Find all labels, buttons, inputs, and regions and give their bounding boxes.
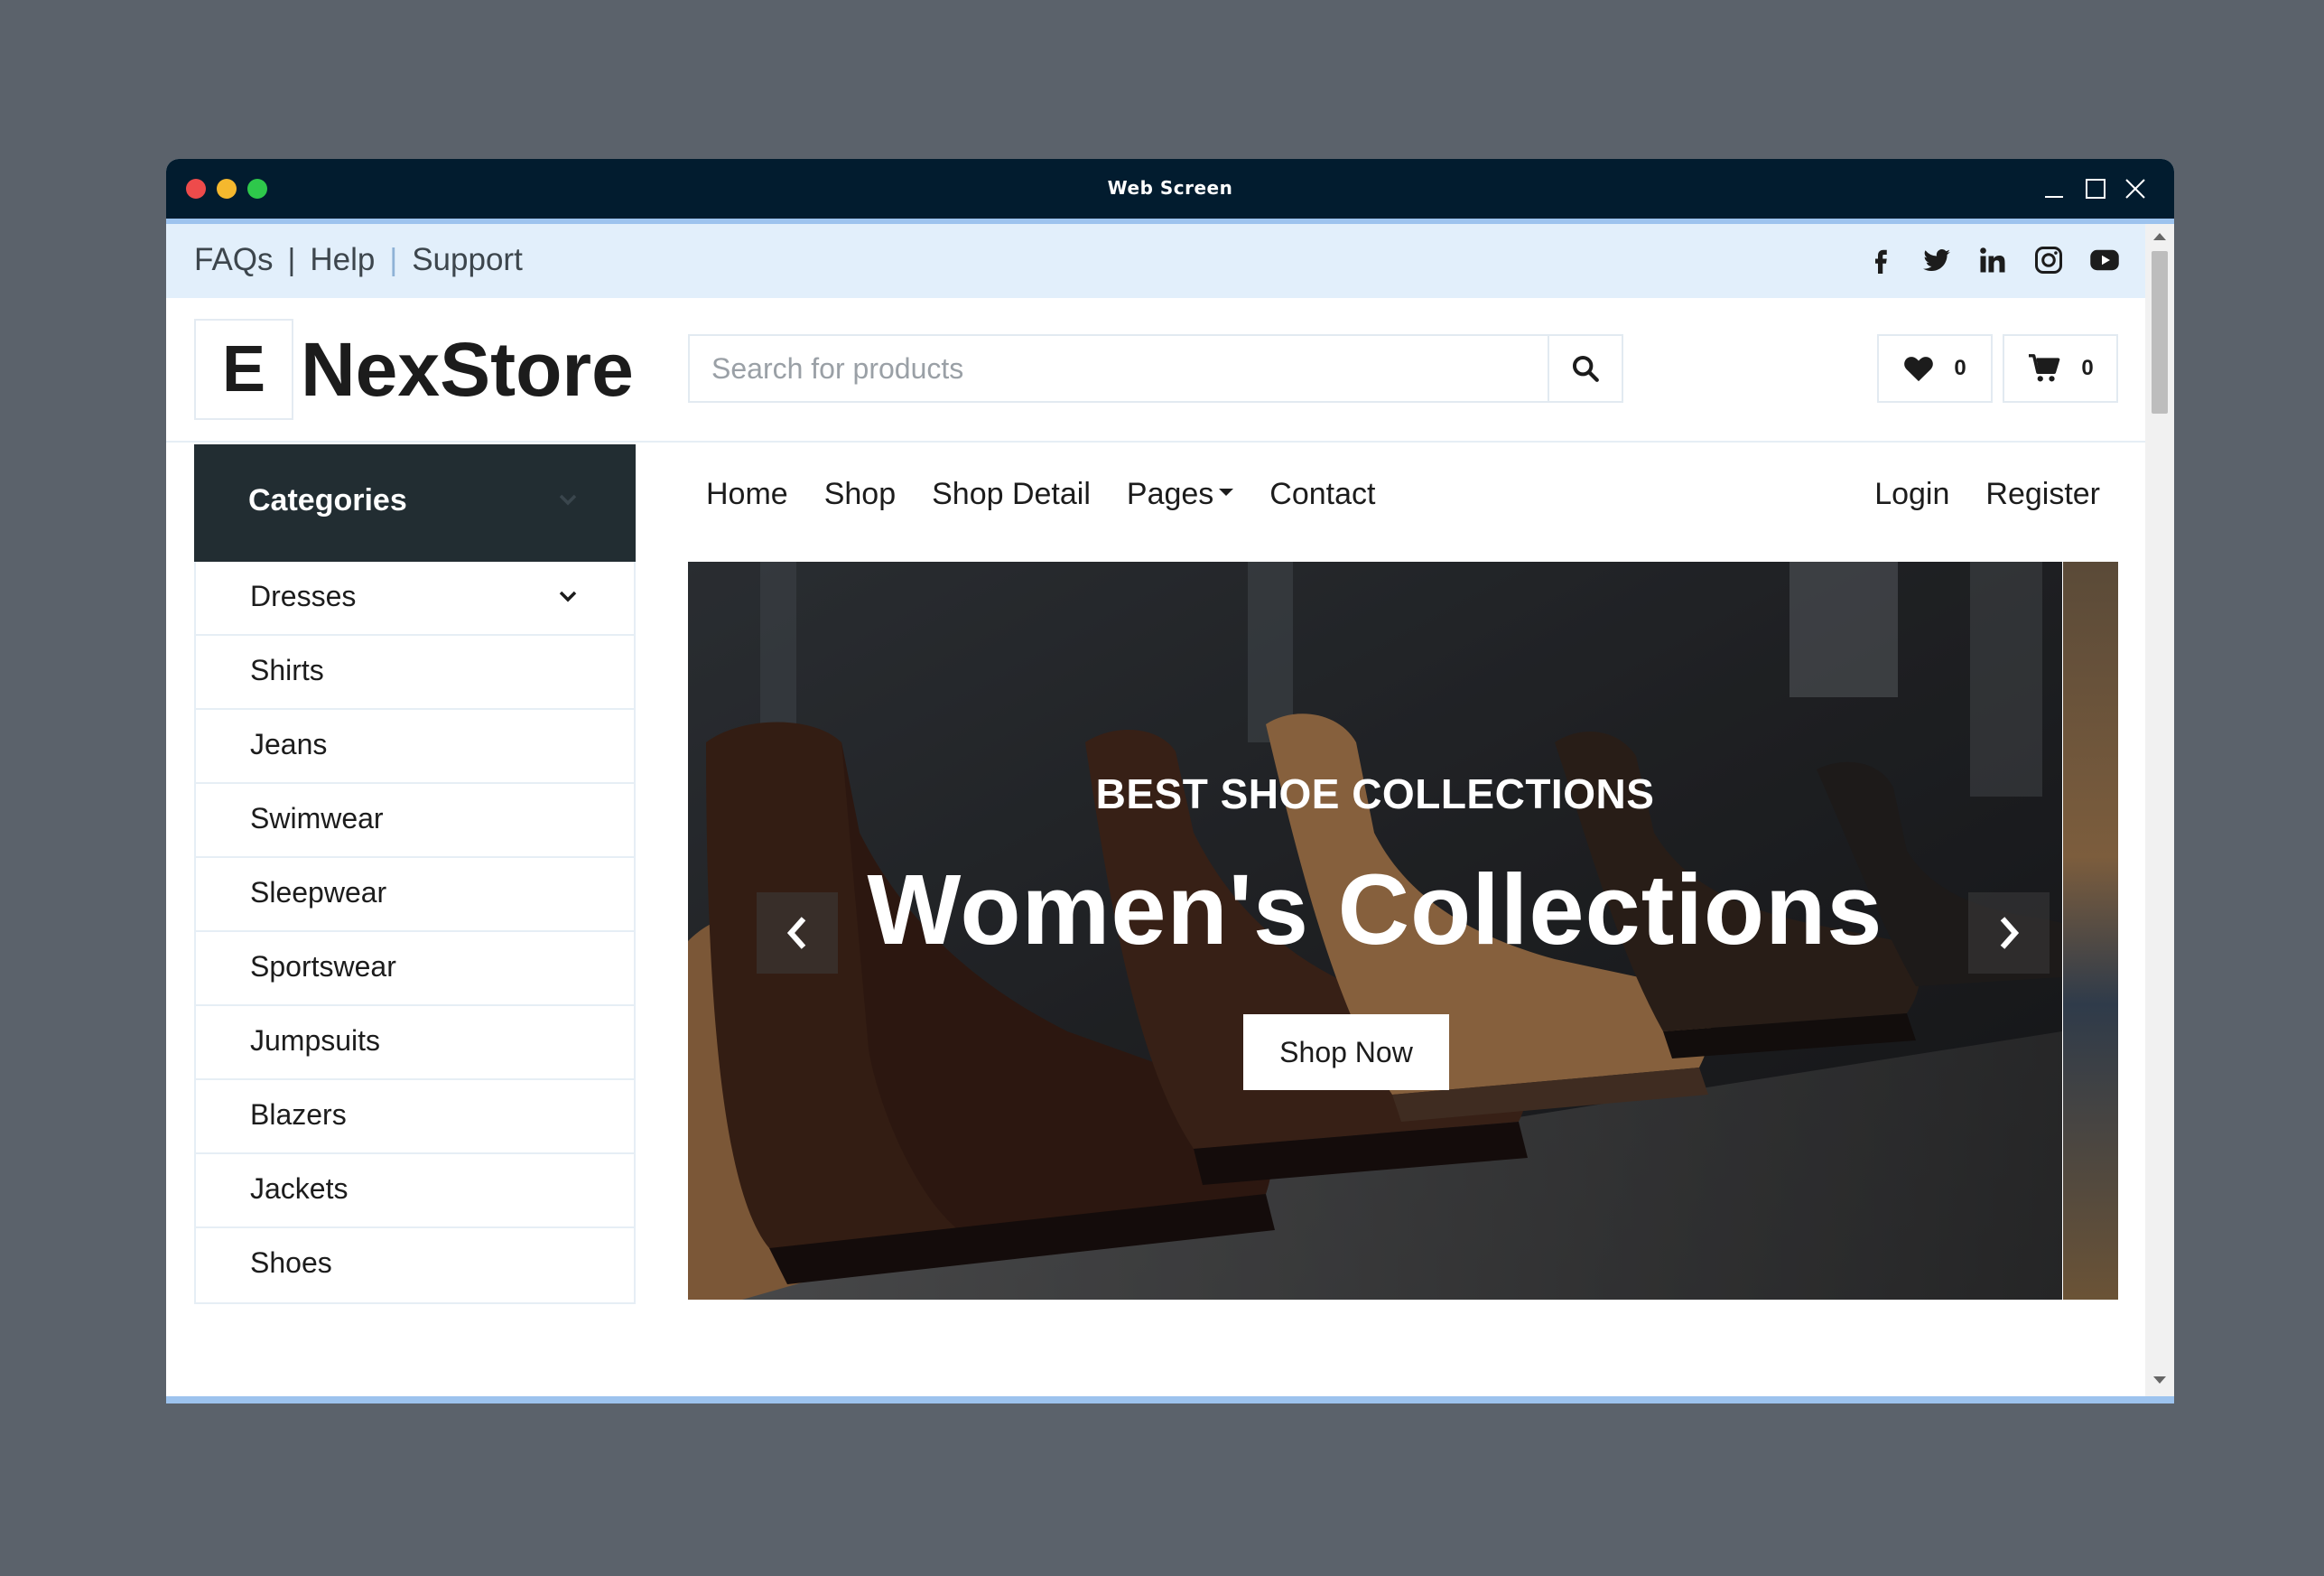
window-title: Web Screen [1107, 177, 1233, 199]
nav-pages[interactable]: Pages [1126, 477, 1234, 512]
header-divider [166, 441, 2145, 443]
register-link[interactable]: Register [1985, 477, 2100, 512]
chevron-right-icon [2000, 917, 2020, 949]
main-nav: Home Shop Shop Detail Pages Contact [706, 477, 1375, 512]
login-link[interactable]: Login [1874, 477, 1949, 512]
cart-icon [2029, 354, 2060, 382]
categories-title: Categories [248, 483, 407, 518]
divider: | [389, 242, 398, 277]
cart-count: 0 [2081, 356, 2094, 380]
linkedin-icon[interactable] [1976, 244, 2009, 276]
search-icon [1572, 355, 1599, 382]
nav-shop[interactable]: Shop [824, 477, 896, 512]
scroll-down-icon[interactable] [2153, 1376, 2166, 1384]
top-bar: FAQs | Help | Support [166, 224, 2145, 298]
categories-list: Dresses Shirts Jeans Swimwear Sleepwear … [194, 562, 636, 1304]
chevron-down-icon [559, 591, 577, 602]
nav-home[interactable]: Home [706, 477, 788, 512]
category-label: Blazers [250, 1098, 347, 1131]
category-label: Jeans [250, 728, 328, 760]
categories-toggle[interactable]: Categories [194, 444, 636, 562]
category-item-shoes[interactable]: Shoes [196, 1228, 634, 1302]
nav-shop-detail[interactable]: Shop Detail [932, 477, 1091, 512]
category-item-jackets[interactable]: Jackets [196, 1154, 634, 1228]
browser-window: Web Screen FAQs | Help | Support E NexSt… [166, 159, 2174, 1403]
hero-subtitle: BEST SHOE COLLECTIONS [1095, 770, 1655, 817]
category-label: Jackets [250, 1172, 349, 1205]
wishlist-button[interactable]: 0 [1877, 334, 1993, 403]
instagram-icon[interactable] [2032, 244, 2065, 276]
scrollbar[interactable] [2145, 224, 2174, 1396]
logo-mark[interactable]: E [194, 319, 293, 420]
search-button[interactable] [1548, 336, 1622, 401]
scroll-thumb[interactable] [2152, 251, 2168, 414]
nav-pages-label: Pages [1126, 477, 1214, 511]
category-item-sleepwear[interactable]: Sleepwear [196, 858, 634, 932]
category-item-swimwear[interactable]: Swimwear [196, 784, 634, 858]
close-icon[interactable] [2122, 175, 2149, 202]
shop-now-button[interactable]: Shop Now [1243, 1014, 1449, 1090]
category-item-dresses[interactable]: Dresses [196, 562, 634, 636]
cart-button[interactable]: 0 [2003, 334, 2118, 403]
search-input[interactable] [690, 336, 1548, 401]
facebook-icon[interactable] [1864, 244, 1897, 276]
wishlist-count: 0 [1954, 356, 1966, 380]
category-label: Shoes [250, 1246, 332, 1279]
page-viewport: FAQs | Help | Support E NexStore Search … [166, 224, 2145, 1396]
faqs-link[interactable]: FAQs [194, 242, 274, 278]
category-item-shirts[interactable]: Shirts [196, 636, 634, 710]
social-links [1864, 244, 2121, 276]
bottom-accent-line [166, 1396, 2174, 1403]
caret-down-icon [1219, 489, 1234, 497]
nav-contact[interactable]: Contact [1269, 477, 1375, 512]
divider: | [287, 242, 296, 277]
search-bar [688, 334, 1623, 403]
category-item-blazers[interactable]: Blazers [196, 1080, 634, 1154]
next-slide-peek [2063, 562, 2118, 1300]
minimize-icon[interactable] [2040, 175, 2068, 202]
heart-icon [1904, 357, 1934, 382]
hero-carousel: BEST SHOE COLLECTIONS Women's Collection… [688, 562, 2062, 1300]
category-label: Jumpsuits [250, 1024, 381, 1057]
category-label: Swimwear [250, 802, 384, 835]
maximize-icon[interactable] [2082, 175, 2109, 202]
youtube-icon[interactable] [2088, 244, 2121, 276]
logo-text[interactable]: NexStore [301, 316, 634, 423]
chevron-left-icon [786, 917, 806, 949]
category-label: Shirts [250, 654, 324, 686]
help-link[interactable]: Help [310, 242, 375, 278]
category-item-sportswear[interactable]: Sportswear [196, 932, 634, 1006]
category-item-jeans[interactable]: Jeans [196, 710, 634, 784]
category-item-jumpsuits[interactable]: Jumpsuits [196, 1006, 634, 1080]
category-label: Dresses [250, 580, 357, 612]
account-nav: Login Register [1874, 477, 2100, 512]
scroll-up-icon[interactable] [2153, 233, 2166, 240]
carousel-prev-button[interactable] [757, 892, 838, 974]
support-link[interactable]: Support [412, 242, 523, 278]
chevron-down-icon [559, 494, 577, 506]
hero-title: Women's Collections [867, 854, 1883, 965]
category-label: Sportswear [250, 950, 396, 983]
twitter-icon[interactable] [1920, 244, 1953, 276]
carousel-next-button[interactable] [1968, 892, 2050, 974]
category-label: Sleepwear [250, 876, 387, 909]
help-links: FAQs | Help | Support [194, 242, 523, 278]
title-bar: Web Screen [166, 159, 2174, 219]
